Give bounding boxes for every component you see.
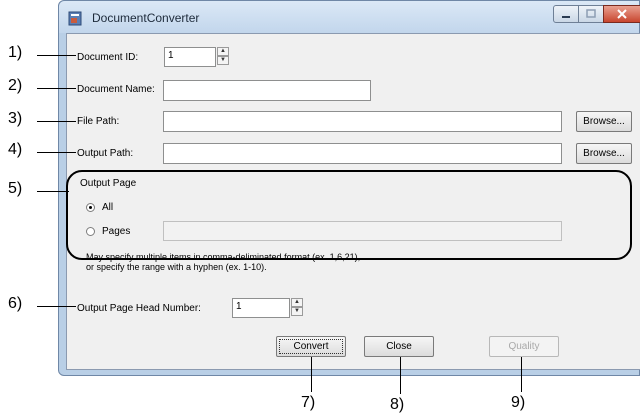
radio-pages-label[interactable]: Pages [102,226,130,237]
close-window-button[interactable] [603,5,640,23]
callout-7-line [311,357,312,392]
close-button[interactable]: Close [364,336,434,357]
title-bar[interactable]: DocumentConverter [59,1,640,33]
callout-8: 8) [390,396,405,413]
radio-all-label[interactable]: All [102,202,113,213]
maximize-icon [586,9,596,18]
head-number-stepper[interactable]: ▲ ▼ [291,298,303,316]
format-note-line2: or specify the range with a hyphen (ex. … [86,262,267,272]
callout-5-line [37,191,69,192]
stepper-down-icon[interactable]: ▼ [291,307,303,316]
callout-6: 6) [8,295,23,312]
callout-3-line [37,121,76,122]
document-name-input[interactable] [163,80,371,101]
convert-button[interactable]: Convert [276,336,346,357]
output-page-group-label: Output Page [78,178,139,189]
callout-9: 9) [511,394,526,411]
document-id-stepper[interactable]: ▲ ▼ [217,47,229,65]
file-path-browse-button[interactable]: Browse... [576,111,632,132]
radio-pages[interactable] [86,227,95,236]
close-icon [617,9,627,19]
callout-2: 2) [8,77,23,94]
callout-1: 1) [8,44,23,61]
file-path-label: File Path: [77,116,120,127]
callout-3: 3) [8,110,23,127]
document-id-label: Document ID: [77,52,139,63]
document-id-input[interactable]: 1 [164,47,216,67]
format-note-line1: May specify multiple items in comma-deli… [86,252,361,262]
callout-1-line [37,55,76,56]
output-path-input[interactable] [163,143,562,164]
callout-4: 4) [8,141,23,158]
callout-8-line [400,357,401,394]
quality-button[interactable]: Quality [489,336,559,357]
file-path-input[interactable] [163,111,562,132]
radio-all[interactable] [86,203,95,212]
pages-input[interactable] [163,221,562,241]
minimize-button[interactable] [553,5,579,23]
output-path-label: Output Path: [77,148,134,159]
stepper-up-icon[interactable]: ▲ [217,47,229,56]
output-path-browse-button[interactable]: Browse... [576,143,632,164]
window-title: DocumentConverter [92,11,200,25]
callout-2-line [37,88,76,89]
callout-5: 5) [8,180,23,197]
output-page-highlight [66,170,632,260]
maximize-button[interactable] [578,5,604,23]
head-number-label: Output Page Head Number: [77,303,201,314]
document-converter-icon [68,11,82,26]
callout-7: 7) [301,394,316,411]
head-number-input[interactable]: 1 [232,298,290,318]
minimize-icon [562,16,570,18]
callout-4-line [37,152,76,153]
callout-9-line [521,357,522,392]
callout-6-line [37,306,76,307]
stepper-up-icon[interactable]: ▲ [291,298,303,307]
stepper-down-icon[interactable]: ▼ [217,56,229,65]
document-name-label: Document Name: [77,84,155,95]
